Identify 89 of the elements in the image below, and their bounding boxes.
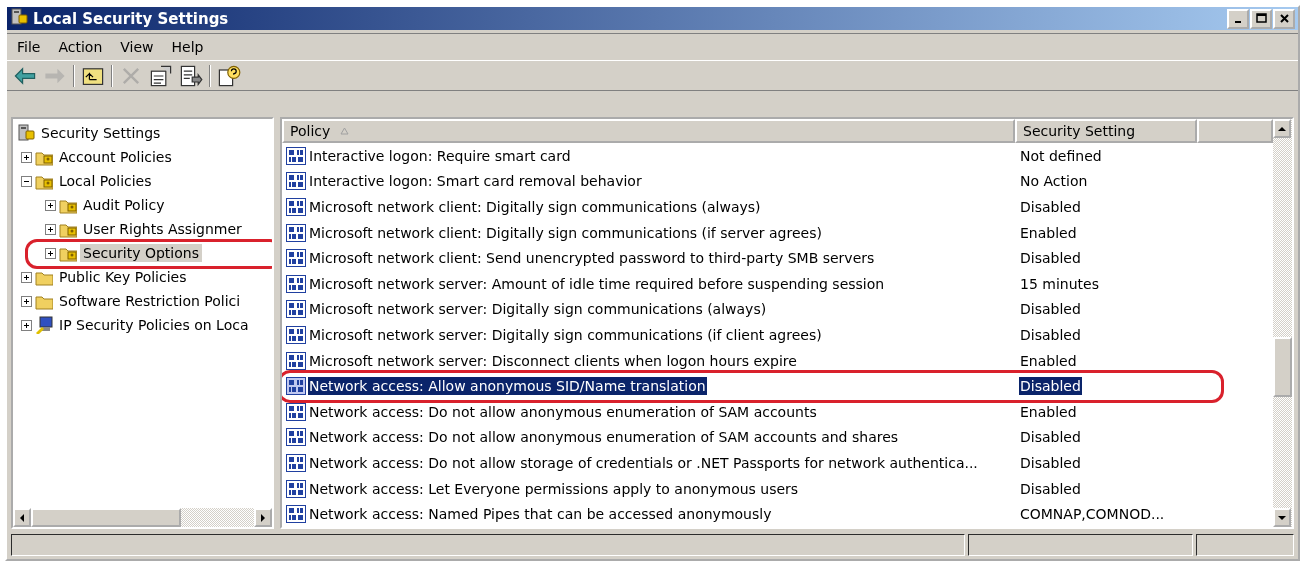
table-cell[interactable]: Enabled bbox=[1019, 351, 1078, 370]
tree-item[interactable]: Local Policies bbox=[56, 172, 155, 191]
menu-item[interactable]: File bbox=[11, 37, 47, 58]
scroll-left-icon[interactable] bbox=[19, 513, 25, 522]
policy-icon bbox=[286, 172, 306, 191]
tree-item[interactable]: Public Key Policies bbox=[56, 268, 190, 287]
policy-icon bbox=[286, 326, 306, 345]
policy-icon bbox=[286, 428, 306, 447]
export-list-icon[interactable] bbox=[179, 63, 203, 88]
table-cell[interactable]: Enabled bbox=[1019, 402, 1078, 421]
table-cell[interactable]: Disabled bbox=[1019, 428, 1082, 447]
policy-icon bbox=[286, 300, 306, 319]
menu-item[interactable]: Action bbox=[52, 37, 109, 58]
table-cell[interactable]: Disabled bbox=[1019, 249, 1082, 268]
window-title: Local Security Settings bbox=[33, 9, 230, 28]
collapse-icon[interactable] bbox=[21, 175, 32, 187]
tree-item[interactable]: IP Security Policies on Loca bbox=[56, 316, 252, 335]
table-cell[interactable]: Disabled bbox=[1019, 377, 1082, 396]
table-cell[interactable]: Disabled bbox=[1019, 479, 1082, 498]
expand-icon[interactable] bbox=[21, 295, 32, 307]
column-header[interactable]: Security Setting bbox=[1015, 119, 1197, 144]
server-lock-icon bbox=[17, 124, 35, 143]
expand-icon[interactable] bbox=[21, 319, 32, 331]
table-cell[interactable]: Network access: Allow anonymous SID/Name translation bbox=[308, 377, 707, 396]
vertical-scrollbar[interactable] bbox=[1273, 119, 1292, 527]
table-cell[interactable]: Microsoft network server: Digitally sign communications (if client agrees) bbox=[308, 326, 823, 345]
scroll-up-icon[interactable] bbox=[1278, 125, 1286, 132]
maximize-icon bbox=[1255, 13, 1267, 25]
server-lock-icon bbox=[10, 8, 28, 27]
policy-icon bbox=[286, 377, 306, 396]
scroll-down-icon[interactable] bbox=[1278, 514, 1286, 521]
minimize-button[interactable] bbox=[1227, 8, 1249, 29]
menu-item[interactable]: View bbox=[114, 37, 160, 58]
scroll-right-icon[interactable] bbox=[260, 513, 266, 522]
table-cell[interactable]: Microsoft network client: Send unencrypted password to third-party SMB servers bbox=[308, 249, 876, 268]
table-cell[interactable]: Disabled bbox=[1019, 326, 1082, 345]
table-cell[interactable]: Microsoft network server: Amount of idle time required before suspending session bbox=[308, 274, 886, 293]
menu-item[interactable]: Help bbox=[165, 37, 210, 58]
table-cell[interactable]: Microsoft network client: Digitally sign communications (if server agrees) bbox=[308, 223, 823, 242]
maximize-button[interactable] bbox=[1250, 8, 1272, 29]
tree-item[interactable]: Security Options bbox=[80, 244, 202, 263]
expand-icon[interactable] bbox=[45, 247, 56, 259]
tree-item[interactable]: Account Policies bbox=[56, 148, 175, 167]
table-cell[interactable]: Microsoft network server: Disconnect clients when logon hours expire bbox=[308, 351, 798, 370]
table-cell[interactable]: No Action bbox=[1019, 172, 1089, 191]
expand-icon[interactable] bbox=[21, 271, 32, 283]
table-cell[interactable]: Network access: Let Everyone permissions apply to anonymous users bbox=[308, 479, 800, 498]
minimize-icon bbox=[1235, 21, 1241, 24]
policy-icon bbox=[286, 198, 306, 217]
expand-icon[interactable] bbox=[45, 223, 56, 235]
tree-item[interactable]: Audit Policy bbox=[80, 196, 168, 215]
table-cell[interactable]: 15 minutes bbox=[1019, 274, 1100, 293]
tree-item[interactable]: Security Settings bbox=[38, 124, 164, 143]
expand-icon[interactable] bbox=[45, 199, 56, 211]
table-cell[interactable]: Disabled bbox=[1019, 454, 1082, 472]
table-cell[interactable]: Enabled bbox=[1019, 223, 1078, 242]
policy-icon bbox=[286, 274, 306, 293]
tree-item[interactable]: User Rights Assignmer bbox=[80, 220, 245, 239]
policy-icon bbox=[286, 479, 306, 498]
policy-icon bbox=[286, 505, 306, 524]
table-cell[interactable]: Network access: Do not allow storage of credentials or .NET Passports for network authentica... bbox=[308, 454, 979, 472]
table-cell[interactable]: Interactive logon: Require smart card bbox=[308, 146, 572, 165]
policy-icon bbox=[286, 402, 306, 421]
column-header[interactable]: Policy bbox=[282, 119, 1015, 144]
table-cell[interactable]: Network access: Do not allow anonymous enumeration of SAM accounts and shares bbox=[308, 428, 900, 447]
tree-item[interactable]: Software Restriction Polici bbox=[56, 292, 244, 311]
help-icon[interactable] bbox=[217, 63, 241, 88]
table-cell[interactable]: Microsoft network client: Digitally sign communications (always) bbox=[308, 198, 762, 217]
policy-icon bbox=[286, 454, 306, 472]
table-cell[interactable]: Network access: Do not allow anonymous enumeration of SAM accounts bbox=[308, 402, 818, 421]
table-cell[interactable]: Disabled bbox=[1019, 300, 1082, 319]
computer-key-icon bbox=[35, 316, 53, 335]
policy-icon bbox=[286, 351, 306, 370]
table-cell[interactable]: Not defined bbox=[1019, 146, 1103, 165]
table-cell[interactable]: COMNAP,COMNOD... bbox=[1019, 505, 1166, 524]
expand-icon[interactable] bbox=[21, 151, 32, 163]
table-cell[interactable]: Microsoft network server: Digitally sign communications (always) bbox=[308, 300, 768, 319]
close-icon bbox=[1278, 13, 1290, 25]
scroll-thumb[interactable] bbox=[31, 508, 181, 527]
properties-icon[interactable] bbox=[149, 63, 173, 88]
policy-icon bbox=[286, 249, 306, 268]
policy-icon bbox=[286, 146, 306, 165]
policy-icon bbox=[286, 223, 306, 242]
horizontal-scrollbar[interactable] bbox=[13, 508, 272, 527]
table-cell[interactable]: Interactive logon: Smart card removal behavior bbox=[308, 172, 643, 191]
scroll-thumb[interactable] bbox=[1273, 337, 1292, 398]
table-cell[interactable]: Network access: Named Pipes that can be accessed anonymously bbox=[308, 505, 773, 524]
close-button[interactable] bbox=[1273, 8, 1295, 29]
table-cell[interactable]: Disabled bbox=[1019, 198, 1082, 217]
